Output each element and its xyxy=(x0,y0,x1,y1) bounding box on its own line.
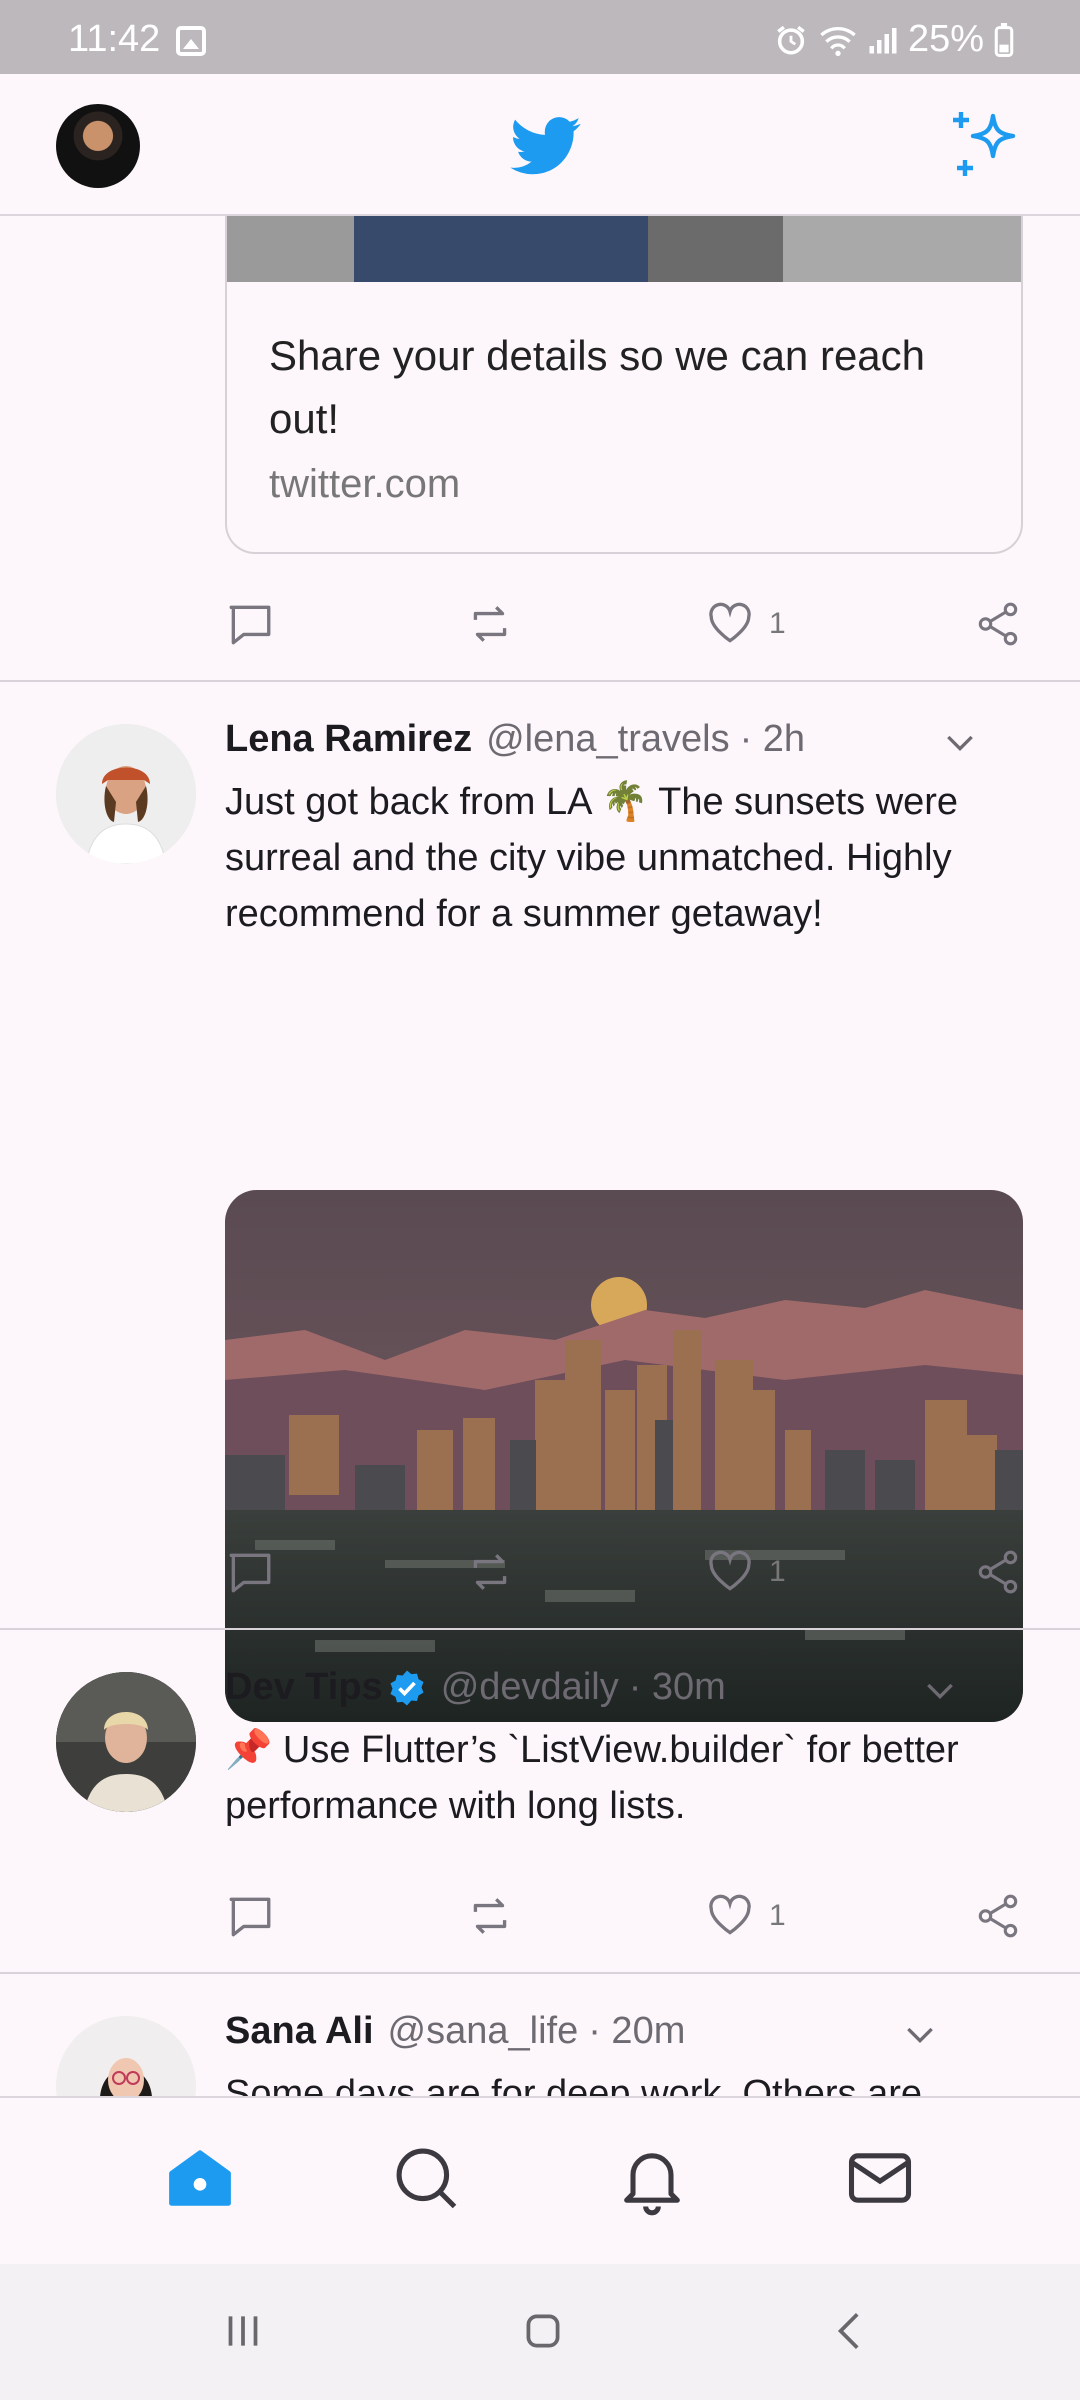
verified-badge-icon xyxy=(390,1670,424,1705)
retweet-icon xyxy=(473,1554,507,1590)
avatar[interactable] xyxy=(56,1672,196,1812)
battery-icon xyxy=(994,22,1014,57)
share-icon xyxy=(978,1550,1018,1594)
alarm-icon xyxy=(777,25,805,55)
tweet-time: · 20m xyxy=(588,2010,686,2052)
tweet-actions: 1 xyxy=(225,1888,1023,1948)
like-count: 1 xyxy=(769,1555,786,1588)
reply-button[interactable] xyxy=(225,1544,275,1600)
author-handle[interactable]: @devdaily xyxy=(441,1666,619,1709)
tweet-item[interactable]: Sana Ali @sana_life · 20m Some days are … xyxy=(0,1974,1080,2096)
system-navigation-bar xyxy=(0,2264,1080,2400)
twitter-bird-icon xyxy=(510,117,581,175)
avatar-image xyxy=(56,1672,196,1812)
share-icon xyxy=(978,602,1018,646)
share-button[interactable] xyxy=(973,596,1023,652)
chevron-down-icon[interactable] xyxy=(940,722,980,762)
image-notification-icon xyxy=(176,26,206,56)
avatar-image xyxy=(56,2016,196,2096)
tweet-time: · 30m xyxy=(628,1666,726,1708)
link-card-domain: twitter.com xyxy=(269,462,461,506)
home-button-icon[interactable] xyxy=(518,2306,568,2356)
bell-icon[interactable] xyxy=(614,2140,690,2216)
status-icons: 25% xyxy=(774,18,1014,61)
top-app-bar xyxy=(0,74,1080,216)
back-icon[interactable] xyxy=(826,2306,876,2356)
link-preview-card[interactable]: Share your details so we can reach out! … xyxy=(225,216,1023,554)
recent-apps-icon[interactable] xyxy=(218,2306,268,2356)
link-preview-image xyxy=(227,216,1021,282)
chevron-down-icon[interactable] xyxy=(900,2014,940,2054)
like-button[interactable]: 1 xyxy=(705,1544,786,1600)
share-button[interactable] xyxy=(973,1544,1023,1600)
avatar[interactable] xyxy=(56,724,196,864)
like-count: 1 xyxy=(769,607,786,640)
mail-icon[interactable] xyxy=(842,2140,918,2216)
heart-icon xyxy=(709,1894,751,1935)
retweet-icon xyxy=(473,1898,507,1934)
reply-button[interactable] xyxy=(225,596,275,652)
reply-button[interactable] xyxy=(225,1888,275,1944)
battery-percent: 25% xyxy=(907,18,984,60)
sparkle-icon[interactable] xyxy=(945,104,1025,184)
bottom-navigation xyxy=(0,2096,1080,2264)
tweet-text: Some days are for deep work. Others are xyxy=(225,2073,922,2096)
timeline-feed[interactable]: Share your details so we can reach out! … xyxy=(0,216,1080,2096)
tweet-item[interactable]: Lena Ramirez @lena_travels · 2h Just got… xyxy=(0,682,1080,1722)
author-name[interactable]: Lena Ramirez xyxy=(225,718,472,761)
tweet-header: Sana Ali @sana_life · 20m xyxy=(225,2010,685,2053)
wifi-icon xyxy=(820,26,856,56)
signal-icon xyxy=(869,27,897,53)
tweet-text: 📌 Use Flutter’s `ListView.builder` for b… xyxy=(225,1729,959,1827)
avatar-image xyxy=(56,724,196,864)
share-button[interactable] xyxy=(973,1888,1023,1944)
tweet-header: Lena Ramirez @lena_travels · 2h xyxy=(225,718,805,761)
chevron-down-icon[interactable] xyxy=(920,1670,960,1710)
profile-avatar[interactable] xyxy=(56,104,140,188)
like-count: 1 xyxy=(769,1899,786,1932)
like-button[interactable]: 1 xyxy=(705,596,786,652)
retweet-button[interactable] xyxy=(465,1888,515,1944)
author-name[interactable]: Sana Ali xyxy=(225,2010,374,2053)
author-handle[interactable]: @sana_life xyxy=(388,2010,579,2053)
link-card-title: Share your details so we can reach out! xyxy=(269,332,926,442)
retweet-button[interactable] xyxy=(465,596,515,652)
tweet-time: · 2h xyxy=(739,718,806,760)
status-time: 11:42 xyxy=(68,18,161,60)
comment-icon xyxy=(229,1553,271,1593)
share-icon xyxy=(978,1894,1018,1938)
comment-icon xyxy=(229,605,271,645)
like-button[interactable]: 1 xyxy=(705,1888,786,1944)
comment-icon xyxy=(229,1897,271,1937)
retweet-button[interactable] xyxy=(465,1544,515,1600)
retweet-icon xyxy=(473,606,507,642)
tweet-header: Dev Tips @devdaily · 30m xyxy=(225,1666,726,1709)
home-icon[interactable] xyxy=(162,2140,238,2216)
search-icon[interactable] xyxy=(388,2140,464,2216)
avatar[interactable] xyxy=(56,2016,196,2096)
author-name[interactable]: Dev Tips xyxy=(225,1666,383,1709)
heart-icon xyxy=(709,1550,751,1591)
tweet-actions: 1 xyxy=(225,596,1023,656)
tweet-actions: 1 xyxy=(225,1544,1023,1604)
author-handle[interactable]: @lena_travels xyxy=(486,718,729,761)
status-bar: 11:42 25% xyxy=(0,0,1080,74)
heart-icon xyxy=(709,602,751,643)
tweet-text: Just got back from LA 🌴 The sunsets were… xyxy=(225,781,959,935)
